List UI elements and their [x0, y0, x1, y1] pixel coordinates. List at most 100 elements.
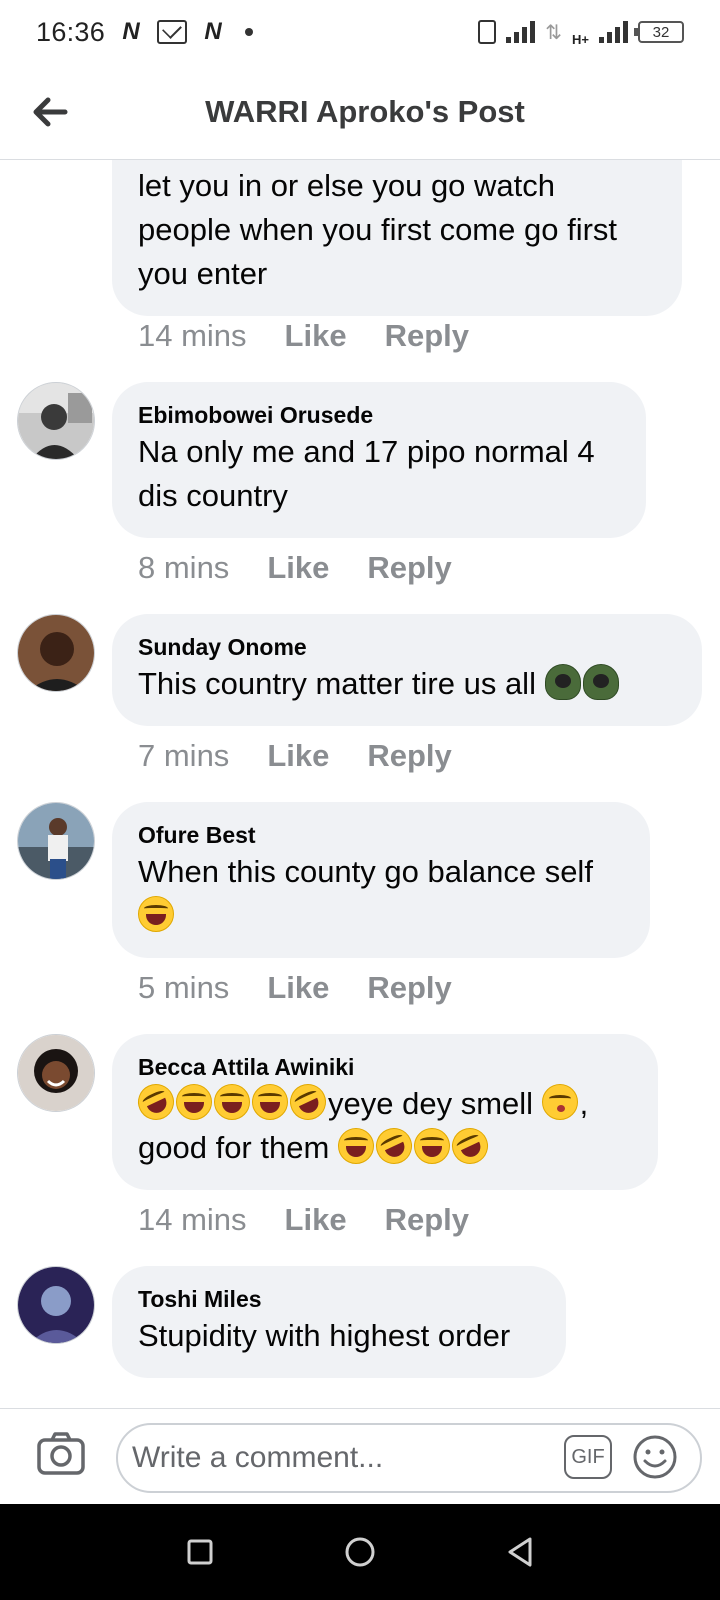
- comment-text-line: This country matter tire us all: [138, 662, 676, 706]
- comment-author[interactable]: Ebimobowei Orusede: [138, 400, 620, 430]
- reply-button[interactable]: Reply: [385, 1202, 469, 1238]
- comment-time: 14 mins: [138, 1202, 247, 1237]
- camera-button[interactable]: [36, 1431, 86, 1477]
- hooded-figure-emoji-icon: [544, 664, 581, 700]
- tears-of-joy-emoji-icon: [214, 1084, 250, 1120]
- triangle-back-icon: [508, 1537, 532, 1567]
- comment-bubble[interactable]: Ebimobowei Orusede Na only me and 17 pip…: [112, 382, 646, 538]
- kissing-face-emoji-icon: [541, 1084, 578, 1120]
- comment-meta: 5 mins Like Reply: [138, 970, 452, 1006]
- tears-of-joy-emoji-icon: [337, 1128, 374, 1164]
- rolling-laughing-emoji-icon: [284, 1078, 332, 1126]
- comment-text-line-2: good for them: [138, 1122, 632, 1170]
- like-button[interactable]: Like: [285, 1202, 347, 1238]
- back-arrow-icon: [33, 97, 68, 127]
- comment-author[interactable]: Sunday Onome: [138, 632, 676, 662]
- comment-time: 5 mins: [138, 970, 230, 1005]
- square-icon: [187, 1539, 213, 1565]
- comment-text: good for them: [138, 1130, 330, 1165]
- home-button[interactable]: [340, 1532, 380, 1572]
- avatar[interactable]: [17, 382, 95, 460]
- battery-icon: 32: [634, 21, 684, 43]
- rolling-laughing-emoji-icon: [370, 1122, 418, 1170]
- news-app-notification-icon-2: N: [204, 18, 222, 45]
- back-button[interactable]: [28, 90, 72, 134]
- vibrate-icon: [478, 20, 497, 44]
- circle-icon: [345, 1537, 375, 1567]
- comments-feed[interactable]: let you in or else you go watch people w…: [0, 160, 720, 1408]
- tears-of-joy-emoji-icon: [138, 896, 174, 932]
- comment-meta: 14 mins Like Reply: [138, 1202, 469, 1238]
- avatar-image: [18, 1035, 94, 1111]
- page-title: WARRI Aproko's Post: [205, 93, 525, 129]
- system-nav-bar: [0, 1504, 720, 1600]
- comment-author[interactable]: Ofure Best: [138, 820, 624, 850]
- news-app-notification-icon: N: [122, 18, 140, 45]
- network-type-label: H+: [572, 31, 589, 47]
- comment-composer: GIF: [0, 1408, 720, 1504]
- like-button[interactable]: Like: [267, 738, 329, 774]
- like-button[interactable]: Like: [267, 550, 329, 586]
- comment-bubble[interactable]: Toshi Miles Stupidity with highest order: [112, 1266, 566, 1378]
- comment-author[interactable]: Becca Attila Awiniki: [138, 1052, 632, 1082]
- data-activity-icon: ⇅: [545, 21, 563, 44]
- recents-button[interactable]: [180, 1532, 220, 1572]
- avatar[interactable]: [17, 1266, 95, 1344]
- comment-text: When this county go balance self: [138, 854, 593, 889]
- avatar[interactable]: [17, 1034, 95, 1112]
- comment-time: 8 mins: [138, 550, 230, 585]
- reply-button[interactable]: Reply: [385, 318, 469, 354]
- sticker-button[interactable]: [632, 1434, 678, 1480]
- avatar-image: [18, 383, 94, 459]
- comment-text: Na only me and 17 pipo normal 4 dis coun…: [138, 434, 595, 513]
- gif-label: GIF: [571, 1445, 605, 1468]
- tears-of-joy-emoji-icon: [176, 1084, 212, 1120]
- reply-button[interactable]: Reply: [367, 738, 451, 774]
- comment-text: Stupidity with highest order: [138, 1318, 511, 1353]
- comment-bubble[interactable]: Ofure Best When this county go balance s…: [112, 802, 650, 958]
- comment-meta: 8 mins Like Reply: [138, 550, 452, 586]
- reply-button[interactable]: Reply: [367, 970, 451, 1006]
- comment-meta: 7 mins Like Reply: [138, 738, 452, 774]
- comment-text: yeye dey smell: [328, 1086, 534, 1121]
- tears-of-joy-emoji-icon: [413, 1128, 450, 1164]
- signal-strength-icon: [506, 21, 536, 43]
- status-time: 16:36: [36, 16, 106, 47]
- signal-strength-icon-2: [599, 21, 628, 43]
- post-header: WARRI Aproko's Post: [0, 64, 720, 160]
- tears-of-joy-emoji-icon: [252, 1084, 288, 1120]
- comment-bubble[interactable]: Becca Attila Awiniki yeye dey smell , go…: [112, 1034, 658, 1190]
- comment-time: 7 mins: [138, 738, 230, 773]
- gif-button[interactable]: GIF: [564, 1435, 612, 1479]
- status-bar: 16:36 N N ⇅ H+ 32: [0, 0, 720, 64]
- battery-level: 32: [652, 23, 670, 41]
- mail-notification-icon: [157, 20, 188, 44]
- avatar-image: [18, 615, 94, 691]
- avatar[interactable]: [17, 614, 95, 692]
- comment-meta: 14 mins Like Reply: [138, 318, 469, 354]
- comment-time: 14 mins: [138, 318, 247, 353]
- avatar-image: [18, 803, 94, 879]
- avatar[interactable]: [17, 802, 95, 880]
- like-button[interactable]: Like: [267, 970, 329, 1006]
- back-nav-button[interactable]: [500, 1532, 540, 1572]
- comment-author[interactable]: Toshi Miles: [138, 1284, 540, 1314]
- comment-emoji-line: [138, 894, 624, 938]
- comment-bubble[interactable]: Sunday Onome This country matter tire us…: [112, 614, 702, 726]
- comment-bubble[interactable]: let you in or else you go watch people w…: [112, 160, 682, 316]
- comment-text: This country matter tire us all: [138, 666, 536, 701]
- rolling-laughing-emoji-icon: [446, 1122, 494, 1170]
- rolling-laughing-emoji-icon: [132, 1078, 180, 1126]
- avatar-image: [18, 1267, 94, 1343]
- more-notifications-dot-icon: [245, 28, 254, 36]
- comment-input[interactable]: [116, 1423, 702, 1493]
- smiley-icon: [633, 1435, 677, 1479]
- comment-text: let you in or else you go watch people w…: [138, 168, 618, 291]
- comment-text-comma: ,: [579, 1086, 589, 1121]
- reply-button[interactable]: Reply: [367, 550, 451, 586]
- hooded-figure-emoji-icon: [582, 664, 619, 700]
- status-left: 16:36 N N: [36, 16, 254, 48]
- like-button[interactable]: Like: [285, 318, 347, 354]
- comment-text-line-1: yeye dey smell ,: [132, 1078, 632, 1126]
- status-right: ⇅ H+ 32: [478, 18, 684, 47]
